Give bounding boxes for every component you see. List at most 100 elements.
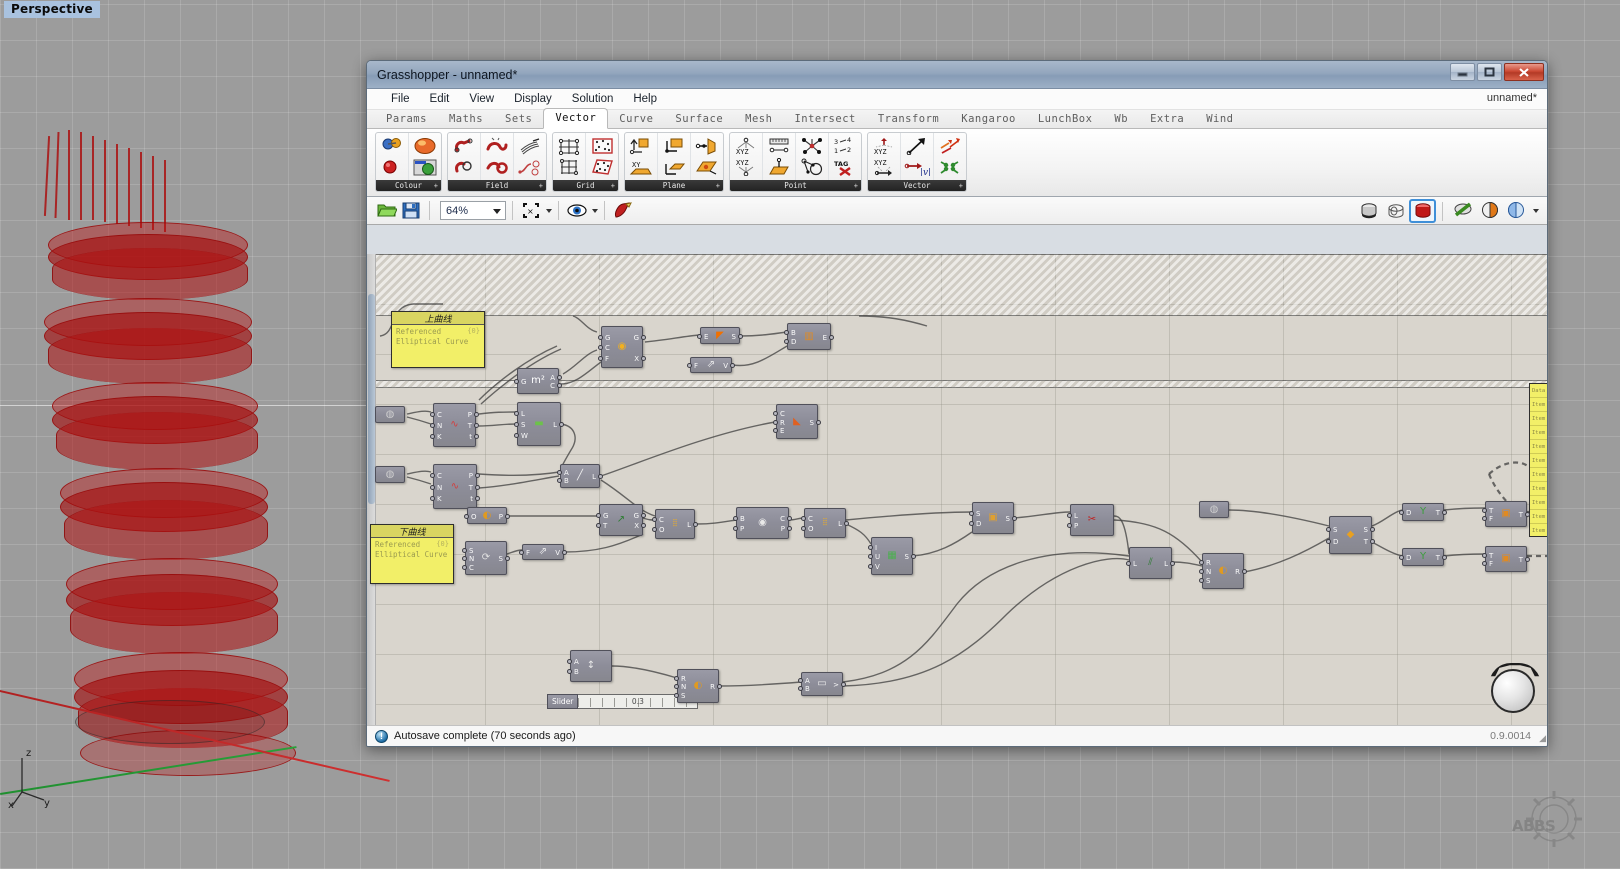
input-pin[interactable]: [773, 410, 778, 416]
point-oriented-icon[interactable]: [765, 157, 793, 178]
input-pin[interactable]: [674, 684, 679, 689]
field-spin-force-icon[interactable]: [483, 136, 511, 157]
output-pin[interactable]: [475, 484, 480, 490]
input-pin[interactable]: [1067, 512, 1072, 518]
plane-normal-icon[interactable]: [627, 136, 655, 157]
field-line-icon[interactable]: [516, 136, 544, 157]
plane-offset-icon[interactable]: [693, 157, 721, 178]
input-pin[interactable]: [784, 330, 789, 335]
save-file-button[interactable]: [399, 200, 423, 222]
tab-params[interactable]: Params: [375, 111, 438, 128]
comp-box[interactable]: ▥ B D E: [784, 323, 834, 350]
preview-off-button[interactable]: [1449, 199, 1476, 223]
colour-hsl-icon[interactable]: [378, 157, 406, 178]
input-pin[interactable]: [1199, 569, 1204, 574]
point-cloud-icon[interactable]: [798, 136, 826, 157]
comp-deconstruct-2[interactable]: YD T: [1399, 548, 1447, 566]
distance-icon[interactable]: [765, 136, 793, 157]
comp-trim[interactable]: ✂ L P: [1067, 504, 1114, 536]
input-pin[interactable]: [462, 547, 467, 553]
input-pin[interactable]: [1399, 555, 1404, 560]
preview-dropdown-icon[interactable]: [592, 208, 598, 213]
vector-multi-icon[interactable]: [936, 157, 964, 178]
sort-points-icon[interactable]: 3 4 1 2: [831, 136, 859, 157]
input-pin[interactable]: [733, 515, 738, 521]
viewport-label[interactable]: Perspective: [4, 1, 100, 18]
grasshopper-canvas[interactable]: 上曲线 {0} Referenced Elliptical Curve 下曲线 …: [367, 254, 1547, 727]
comp-range[interactable]: ◐ R N S R: [674, 669, 722, 703]
input-pin[interactable]: [430, 484, 435, 490]
output-pin[interactable]: [829, 334, 834, 340]
tab-surface[interactable]: Surface: [664, 111, 734, 128]
component-ribbon[interactable]: Colour + Field + Grid + XY Plane + XYZ X…: [367, 129, 1547, 197]
zoom-extents-dropdown-icon[interactable]: [546, 208, 552, 213]
input-pin[interactable]: [733, 526, 738, 532]
window-titlebar[interactable]: Grasshopper - unnamed*: [367, 61, 1547, 89]
output-pin[interactable]: [844, 521, 849, 526]
minimize-button[interactable]: [1450, 63, 1475, 81]
menu-help[interactable]: Help: [623, 91, 667, 107]
tab-wind[interactable]: Wind: [1195, 111, 1244, 128]
input-pin[interactable]: [798, 686, 803, 691]
input-pin[interactable]: [784, 339, 789, 344]
input-pin[interactable]: [1199, 560, 1204, 565]
output-pin[interactable]: [641, 334, 646, 340]
tab-mesh[interactable]: Mesh: [734, 111, 783, 128]
comp-curve-closest-point-2[interactable]: ∿ C N K P Tt: [430, 464, 480, 509]
resize-grip[interactable]: ◢: [1539, 733, 1546, 744]
grasshopper-window[interactable]: Grasshopper - unnamed* File Edit View Di…: [366, 60, 1548, 747]
canvas-vertical-scrollbar[interactable]: [367, 254, 376, 727]
comp-area[interactable]: m² G A C: [514, 368, 562, 394]
canvas-navigation-widget[interactable]: [1491, 669, 1535, 713]
output-pin[interactable]: [475, 495, 480, 501]
input-pin[interactable]: [430, 412, 435, 417]
input-pin[interactable]: [674, 675, 679, 681]
open-file-button[interactable]: [375, 200, 399, 222]
ribbon-group-colour[interactable]: Colour +: [375, 132, 442, 192]
menu-file[interactable]: File: [381, 91, 420, 107]
input-pin[interactable]: [557, 478, 562, 483]
plane-fit-icon[interactable]: [660, 157, 688, 178]
colour-picker-icon[interactable]: [411, 157, 439, 178]
preview-settings-dropdown-icon[interactable]: [1533, 209, 1539, 213]
tab-transform[interactable]: Transform: [867, 111, 950, 128]
input-pin[interactable]: [1326, 539, 1331, 545]
comp-curve-param[interactable]: ◍: [375, 406, 405, 423]
colour-rgb-icon[interactable]: [378, 136, 406, 157]
note-lower-curve[interactable]: 下曲线 {0} Referenced Elliptical Curve: [370, 524, 454, 584]
field-vector-icon[interactable]: [450, 157, 478, 178]
preview-mesh-quality-button[interactable]: [1476, 199, 1503, 223]
output-pin[interactable]: [1525, 557, 1530, 562]
comp-circle[interactable]: ◐ O P: [464, 507, 510, 524]
comp-graph-mapper[interactable]: ◉ G C F G X: [598, 326, 646, 368]
input-pin[interactable]: [430, 423, 435, 428]
shaded-ghosted-preview-button[interactable]: [1382, 199, 1409, 223]
comp-rotate[interactable]: ◐ R N S R: [1199, 553, 1247, 589]
populate-3d-icon[interactable]: [588, 157, 616, 178]
input-pin[interactable]: [567, 669, 572, 675]
input-pin[interactable]: [519, 550, 524, 555]
vector-2pt-icon[interactable]: [903, 136, 931, 157]
output-pin[interactable]: [816, 419, 821, 425]
comp-series[interactable]: ↕ A B: [567, 650, 612, 682]
menu-bar[interactable]: File Edit View Display Solution Help unn…: [367, 89, 1547, 110]
input-pin[interactable]: [598, 334, 603, 340]
square-grid-icon[interactable]: [555, 157, 583, 178]
output-pin[interactable]: [474, 423, 479, 428]
comp-divide-curve-2[interactable]: ⦙⦙ C O L: [801, 508, 849, 538]
input-pin[interactable]: [514, 379, 519, 384]
input-pin[interactable]: [596, 523, 601, 529]
tab-intersect[interactable]: Intersect: [783, 111, 866, 128]
chevron-down-icon[interactable]: [493, 209, 501, 214]
tab-wb[interactable]: Wb: [1103, 111, 1139, 128]
input-pin[interactable]: [430, 434, 435, 439]
menu-view[interactable]: View: [459, 91, 504, 107]
ribbon-group-grid[interactable]: Grid +: [552, 132, 619, 192]
note-upper-curve[interactable]: 上曲线 {0} Referenced Elliptical Curve: [391, 311, 485, 368]
tab-maths[interactable]: Maths: [438, 111, 494, 128]
output-pin[interactable]: [559, 422, 564, 427]
preview-settings-button[interactable]: [1503, 199, 1530, 223]
comp-deconstruct[interactable]: YD T: [1399, 503, 1447, 521]
input-pin[interactable]: [430, 495, 435, 501]
comp-list-item[interactable]: ▬ L S W L: [514, 402, 564, 446]
